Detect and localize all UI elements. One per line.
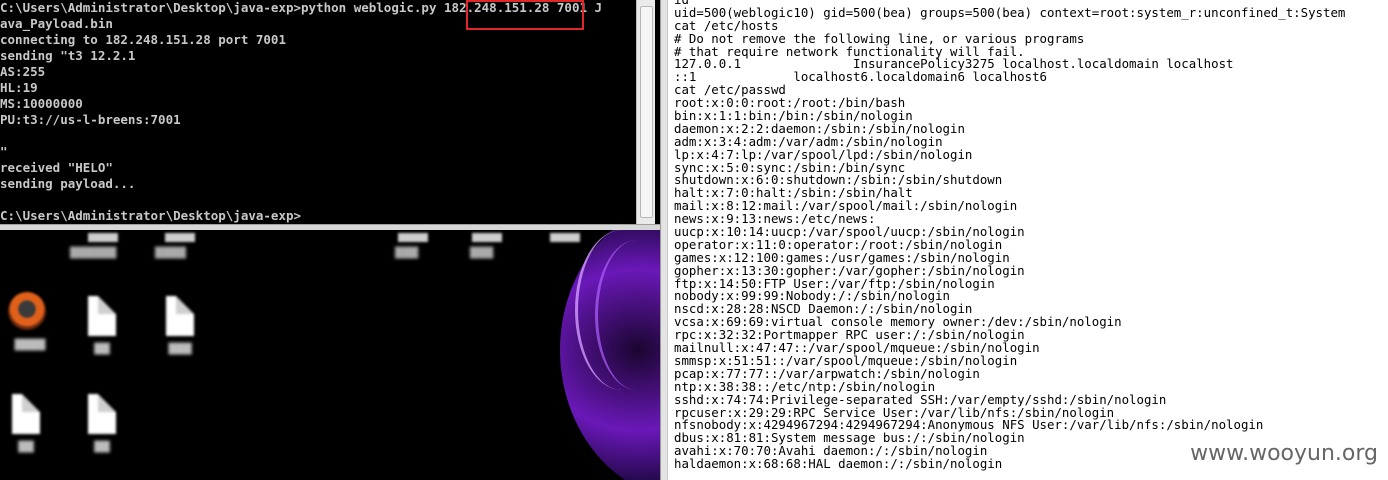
document-icon bbox=[88, 394, 116, 434]
app-logo-icon bbox=[8, 292, 46, 330]
cmd-line: HL:19 bbox=[0, 80, 38, 95]
cmd-scrollbar[interactable] bbox=[636, 0, 655, 226]
desktop-icon[interactable]: ██ bbox=[72, 296, 132, 366]
window-thumbnail[interactable] bbox=[472, 233, 502, 242]
cmd-line bbox=[0, 128, 602, 144]
cmd-line: " bbox=[0, 144, 8, 159]
cmd-line: sending "t3 12.2.1 bbox=[0, 48, 136, 63]
window-thumbnail[interactable] bbox=[550, 233, 580, 242]
cmd-line: PU:t3://us-l-breens:7001 bbox=[0, 112, 181, 127]
window-thumbnail[interactable] bbox=[398, 233, 428, 242]
document-icon bbox=[12, 394, 40, 434]
window-thumbnail[interactable] bbox=[165, 233, 195, 242]
cmd-output: C:\Users\Administrator\Desktop\java-exp>… bbox=[0, 0, 602, 224]
window-thumbnail-label: ███ bbox=[470, 248, 494, 259]
terminal-window[interactable]: id uid=500(weblogic10) gid=500(bea) grou… bbox=[668, 0, 1388, 480]
scrollbar-thumb[interactable] bbox=[640, 6, 653, 218]
desktop-icon-label: ██ bbox=[18, 442, 34, 453]
desktop-icon-label: ███ bbox=[168, 344, 192, 355]
document-icon bbox=[166, 296, 194, 336]
desktop-icon-label: ██ bbox=[94, 442, 110, 453]
desktop: ██████ ████ ███ ███ ████ ██ ███ ██ ██ bbox=[0, 230, 660, 480]
window-thumbnail-label: ████ bbox=[155, 248, 186, 259]
desktop-icon[interactable]: ████ bbox=[0, 292, 60, 362]
cmd-line: MS:10000000 bbox=[0, 96, 83, 111]
desktop-icon[interactable]: ██ bbox=[0, 394, 56, 464]
desktop-icon-label: ████ bbox=[14, 340, 46, 351]
terminal-output: id uid=500(weblogic10) gid=500(bea) grou… bbox=[674, 0, 1345, 471]
window-divider[interactable] bbox=[660, 0, 668, 480]
cmd-line: C:\Users\Administrator\Desktop\java-exp> bbox=[0, 208, 302, 223]
cmd-window[interactable]: C:\Users\Administrator\Desktop\java-exp>… bbox=[0, 0, 636, 224]
ip-highlight-box bbox=[466, 0, 584, 30]
cmd-line: sending payload... bbox=[0, 176, 136, 191]
window-thumbnail-label: ███ bbox=[395, 248, 419, 259]
desktop-icon[interactable]: ██ bbox=[72, 394, 132, 464]
desktop-icon-label: ██ bbox=[94, 344, 110, 355]
document-icon bbox=[88, 296, 116, 336]
cmd-line: AS:255 bbox=[0, 64, 46, 79]
watermark: www.wooyun.org bbox=[1190, 441, 1378, 466]
desktop-icon[interactable]: ███ bbox=[150, 296, 210, 366]
window-thumbnail-label: ██████ bbox=[70, 248, 117, 259]
window-thumbnail[interactable] bbox=[88, 233, 118, 242]
cmd-line: received "HELO" bbox=[0, 160, 113, 175]
cmd-line bbox=[0, 192, 602, 208]
cmd-line: connecting to 182.248.151.28 port 7001 bbox=[0, 32, 286, 47]
